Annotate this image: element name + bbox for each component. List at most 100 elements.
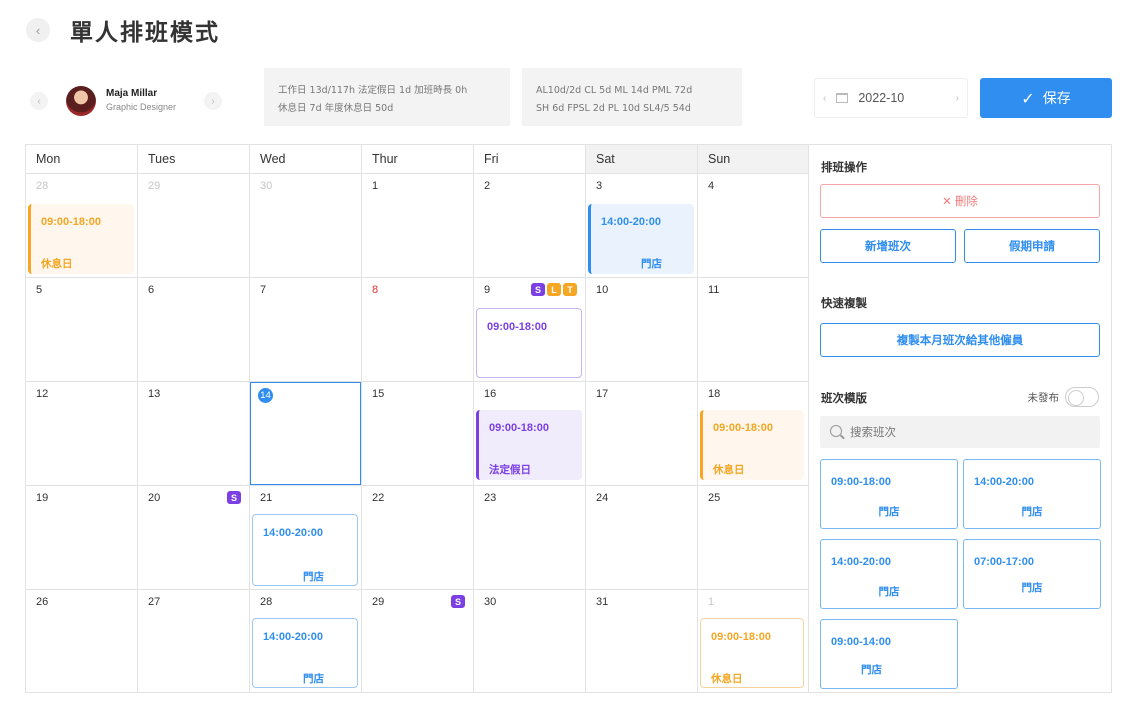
shift-template[interactable]: 14:00-20:00 門店 bbox=[820, 539, 958, 609]
day-cell[interactable]: 1 bbox=[362, 174, 474, 278]
day-cell[interactable]: 11 bbox=[698, 278, 808, 382]
shift-block[interactable]: 14:00-20:00 門店 bbox=[252, 514, 358, 586]
template-time: 14:00-20:00 bbox=[974, 476, 1034, 488]
shift-block[interactable]: 09:00-18:00 法定假日 bbox=[476, 410, 582, 480]
day-number: 6 bbox=[148, 284, 155, 296]
leave-tags: S bbox=[451, 595, 465, 608]
day-cell[interactable]: 29 bbox=[138, 174, 250, 278]
day-cell[interactable]: 15 bbox=[362, 382, 474, 486]
day-cell[interactable]: 27 bbox=[138, 590, 250, 692]
day-cell[interactable]: 13 bbox=[138, 382, 250, 486]
shift-block[interactable]: 09:00-18:00 休息日 bbox=[700, 618, 804, 688]
shift-block[interactable]: 14:00-20:00 門店 bbox=[588, 204, 694, 274]
shift-block[interactable]: 09:00-18:00 休息日 bbox=[700, 410, 804, 480]
today-number: 14 bbox=[258, 388, 273, 403]
work-stats-line1: 工作日 13d/117h 法定假日 1d 加班時長 0h bbox=[278, 85, 468, 96]
tag-s: S bbox=[531, 283, 545, 296]
back-button[interactable]: ‹ bbox=[26, 18, 50, 42]
day-number: 7 bbox=[260, 284, 267, 296]
shift-template[interactable]: 09:00-14:00 門店 bbox=[820, 619, 958, 689]
day-number: 13 bbox=[148, 388, 161, 400]
shift-label: 門店 bbox=[641, 258, 662, 270]
day-cell[interactable]: 10 bbox=[586, 278, 698, 382]
weekday-header: Mon bbox=[26, 145, 138, 173]
day-number: 19 bbox=[36, 492, 49, 504]
day-number: 1 bbox=[372, 180, 379, 192]
day-cell[interactable]: 26 bbox=[26, 590, 138, 692]
shift-time: 09:00-18:00 bbox=[41, 216, 101, 228]
day-cell[interactable]: 29 S bbox=[362, 590, 474, 692]
day-cell[interactable]: 19 bbox=[26, 486, 138, 590]
day-cell[interactable]: 7 bbox=[250, 278, 362, 382]
shift-search-input[interactable] bbox=[820, 416, 1100, 448]
save-button[interactable]: ✓ 保存 bbox=[980, 78, 1112, 118]
chevron-left-icon[interactable]: ‹ bbox=[823, 93, 826, 104]
shift-template[interactable]: 14:00-20:00 門店 bbox=[963, 459, 1101, 529]
day-number: 26 bbox=[36, 596, 49, 608]
weekday-header: Wed bbox=[250, 145, 362, 173]
unpublished-label: 未發布 bbox=[1027, 391, 1060, 404]
side-panel: 排班操作 ✕ 刪除 新增班次 假期申請 快速複製 複製本月班次給其他僱員 班次模… bbox=[809, 144, 1112, 693]
leave-apply-button[interactable]: 假期申請 bbox=[964, 229, 1100, 263]
day-cell[interactable]: 4 bbox=[698, 174, 808, 278]
shift-label: 休息日 bbox=[713, 464, 745, 476]
shift-block[interactable]: 14:00-20:00 門店 bbox=[252, 618, 358, 688]
day-cell[interactable]: 30 bbox=[250, 174, 362, 278]
day-number: 25 bbox=[708, 492, 721, 504]
shift-label: 門店 bbox=[303, 571, 324, 583]
shift-time: 14:00-20:00 bbox=[263, 631, 323, 643]
delete-button[interactable]: ✕ 刪除 bbox=[820, 184, 1100, 218]
work-stats-line2: 休息日 7d 年度休息日 50d bbox=[278, 103, 394, 114]
chevron-right-icon: › bbox=[211, 95, 215, 107]
day-cell[interactable]: 12 bbox=[26, 382, 138, 486]
day-cell[interactable]: 22 bbox=[362, 486, 474, 590]
day-cell[interactable]: 30 bbox=[474, 590, 586, 692]
month-picker[interactable]: ‹ 2022-10 › bbox=[814, 78, 968, 118]
tag-t: T bbox=[563, 283, 577, 296]
day-cell[interactable]: 17 bbox=[586, 382, 698, 486]
day-number: 12 bbox=[36, 388, 49, 400]
day-number: 23 bbox=[484, 492, 497, 504]
day-cell[interactable]: 20 S bbox=[138, 486, 250, 590]
chevron-left-icon: ‹ bbox=[37, 95, 41, 107]
day-number: 21 bbox=[260, 492, 273, 504]
shift-block[interactable]: 09:00-18:00 休息日 bbox=[28, 204, 134, 274]
template-label: 門店 bbox=[861, 664, 882, 676]
day-cell[interactable]: 6 bbox=[138, 278, 250, 382]
day-cell[interactable]: 23 bbox=[474, 486, 586, 590]
shift-template[interactable]: 09:00-18:00 門店 bbox=[820, 459, 958, 529]
day-cell-today[interactable]: 14 bbox=[250, 382, 362, 486]
day-number: 31 bbox=[596, 596, 609, 608]
copy-month-button[interactable]: 複製本月班次給其他僱員 bbox=[820, 323, 1100, 357]
chevron-right-icon[interactable]: › bbox=[956, 93, 959, 104]
ops-title: 排班操作 bbox=[821, 162, 867, 174]
check-icon: ✓ bbox=[1021, 88, 1035, 108]
shift-time: 09:00-18:00 bbox=[713, 422, 773, 434]
publish-toggle[interactable] bbox=[1065, 387, 1099, 407]
day-cell[interactable]: 25 bbox=[698, 486, 808, 590]
calendar-header: Mon Tues Wed Thur Fri Sat Sun bbox=[26, 145, 808, 174]
shift-time: 09:00-18:00 bbox=[487, 321, 547, 333]
prev-employee-button[interactable]: ‹ bbox=[30, 92, 48, 110]
day-cell[interactable]: 5 bbox=[26, 278, 138, 382]
leave-tags: S bbox=[227, 491, 241, 504]
leave-stats-line1: AL10d/2d CL 5d ML 14d PML 72d bbox=[536, 85, 693, 96]
day-number: 9 bbox=[484, 284, 491, 296]
shift-block[interactable]: 09:00-18:00 bbox=[476, 308, 582, 378]
day-number: 29 bbox=[148, 180, 161, 192]
template-label: 門店 bbox=[1021, 506, 1043, 518]
day-number: 18 bbox=[708, 388, 721, 400]
add-shift-button[interactable]: 新增班次 bbox=[820, 229, 956, 263]
template-time: 09:00-18:00 bbox=[831, 476, 891, 488]
shift-time: 14:00-20:00 bbox=[601, 216, 661, 228]
day-cell[interactable]: 24 bbox=[586, 486, 698, 590]
publish-toggle-wrap: 未發布 bbox=[1027, 387, 1099, 407]
template-label: 門店 bbox=[878, 506, 900, 518]
shift-label: 休息日 bbox=[711, 673, 743, 685]
day-cell[interactable]: 2 bbox=[474, 174, 586, 278]
next-employee-button[interactable]: › bbox=[204, 92, 222, 110]
day-cell[interactable]: 8 bbox=[362, 278, 474, 382]
shift-template[interactable]: 07:00-17:00 門店 bbox=[963, 539, 1101, 609]
day-cell[interactable]: 31 bbox=[586, 590, 698, 692]
search-icon bbox=[830, 425, 842, 437]
